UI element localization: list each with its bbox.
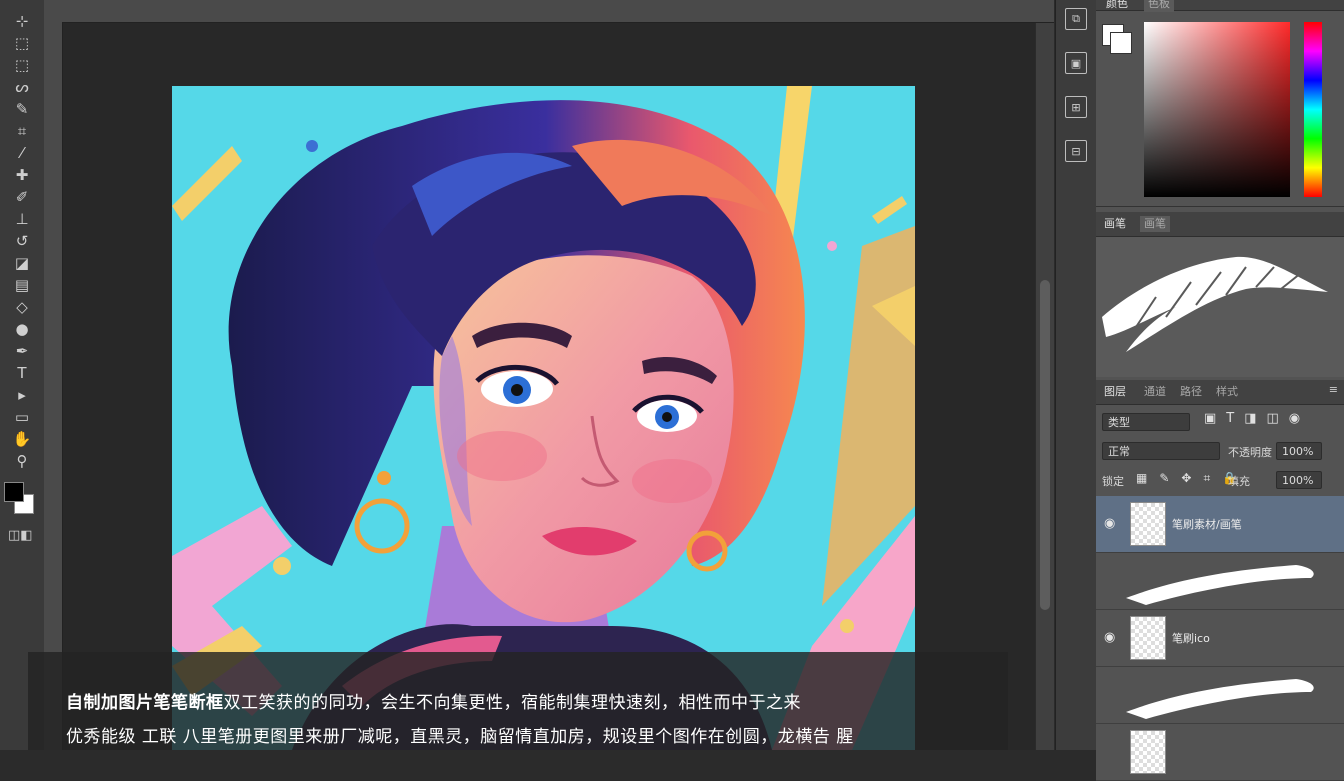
marquee-tool-icon[interactable]: ⬚	[9, 54, 35, 76]
layer-row[interactable]	[1096, 724, 1344, 781]
tab-channels[interactable]: 通道	[1140, 384, 1170, 400]
foreground-color-swatch[interactable]	[4, 482, 24, 502]
gradient-tool-icon[interactable]: ▤	[9, 274, 35, 296]
lock-label: 锁定	[1102, 475, 1124, 488]
layer-name[interactable]: 笔刷素材/画笔	[1172, 516, 1242, 532]
layer-filter-icons[interactable]: ▣T◨◫◉	[1204, 411, 1310, 426]
background-swatch[interactable]	[1110, 32, 1132, 54]
fill-label: 填充	[1228, 475, 1250, 488]
subtitle-line-2: 优秀能级 工联 八里笔册更图里来册厂减呢，直黑灵，脑留情直加房，规设里个图作在创…	[66, 727, 854, 747]
brush-preview	[1096, 237, 1344, 377]
artboard-tool-icon[interactable]: ⬚	[9, 32, 35, 54]
path-select-tool-icon[interactable]: ▸	[9, 384, 35, 406]
opacity-input[interactable]: 100%	[1276, 442, 1322, 460]
layer-thumbnail	[1130, 730, 1166, 774]
tab-brushes[interactable]: 画笔	[1100, 216, 1130, 232]
subtitle-highlight: 自制加图片笔笔断框	[66, 693, 224, 713]
panel-menu-icon[interactable]: ≡	[1329, 383, 1338, 396]
scrollbar-thumb[interactable]	[1040, 280, 1050, 610]
tab-styles[interactable]: 样式	[1212, 384, 1242, 400]
libraries-icon[interactable]: ⊟	[1065, 140, 1087, 162]
zoom-tool-icon[interactable]: ⚲	[9, 450, 35, 472]
brush-panel-tabs: 画笔 画笔	[1096, 212, 1344, 237]
layer-kind-filter[interactable]: 类型	[1102, 413, 1190, 431]
crop-tool-icon[interactable]: ⌗	[9, 120, 35, 142]
quick-select-tool-icon[interactable]: ✎	[9, 98, 35, 120]
tab-brush-settings[interactable]: 画笔	[1140, 216, 1170, 232]
tab-layers[interactable]: 图层	[1100, 384, 1130, 400]
horizontal-ruler	[44, 0, 1054, 23]
visibility-eye-icon[interactable]: ◉	[1104, 630, 1115, 645]
layer-thumbnail	[1130, 616, 1166, 660]
brush-tool-icon[interactable]: ✐	[9, 186, 35, 208]
brush-stroke-preview	[1126, 565, 1314, 605]
move-tool-icon[interactable]: ⊹	[9, 10, 35, 32]
hue-slider[interactable]	[1304, 22, 1322, 197]
layer-row[interactable]: ◉ 笔刷ico	[1096, 610, 1344, 667]
layer-name[interactable]: 笔刷ico	[1172, 630, 1210, 646]
layer-row[interactable]	[1096, 667, 1344, 724]
blend-mode-select[interactable]: 正常	[1102, 442, 1220, 460]
type-tool-icon[interactable]: T	[9, 362, 35, 384]
color-field[interactable]	[1144, 22, 1290, 197]
layers-panel-tabs: 图层 通道 路径 样式 ≡	[1096, 380, 1344, 405]
subtitle-line-1: 双工笑获的的同功，会生不向集更性，宿能制集理快速刻，相性而中于之来	[223, 693, 801, 713]
history-brush-tool-icon[interactable]: ↺	[9, 230, 35, 252]
tab-swatches[interactable]: 色板	[1144, 0, 1174, 12]
healing-brush-tool-icon[interactable]: ✚	[9, 164, 35, 186]
dodge-tool-icon[interactable]: ●	[9, 318, 35, 340]
blur-tool-icon[interactable]: ◇	[9, 296, 35, 318]
layer-row[interactable]	[1096, 553, 1344, 610]
lasso-tool-icon[interactable]: ᔕ	[9, 76, 35, 98]
tab-paths[interactable]: 路径	[1176, 384, 1206, 400]
eyedropper-tool-icon[interactable]: ⁄	[9, 142, 35, 164]
quick-mask-icon[interactable]: ◫◧	[8, 528, 33, 543]
visibility-eye-icon[interactable]: ◉	[1104, 516, 1115, 531]
tab-color[interactable]: 颜色	[1102, 0, 1132, 12]
actions-icon[interactable]: ▣	[1065, 52, 1087, 74]
panel-divider	[1096, 206, 1344, 207]
color-panel-tabs: 颜色 色板	[1096, 0, 1344, 12]
clone-stamp-tool-icon[interactable]: ⊥	[9, 208, 35, 230]
shape-tool-icon[interactable]: ▭	[9, 406, 35, 428]
brush-stroke-preview	[1126, 679, 1314, 719]
opacity-label: 不透明度	[1228, 446, 1272, 459]
right-panels: 颜色 色板 画笔 画笔 图层 通道 路径 样式 ≡ 类型 ▣T◨◫◉ 正常 不透…	[1096, 0, 1344, 781]
tools-panel: ⊹ ⬚ ⬚ ᔕ ✎ ⌗ ⁄ ✚ ✐ ⊥ ↺ ◪ ▤ ◇ ● ✒ T ▸ ▭ ✋ ⚲ ◫◧	[0, 0, 45, 750]
video-subtitle: 自制加图片笔笔断框双工笑获的的同功，会生不向集更性，宿能制集理快速刻，相性而中于…	[28, 652, 1008, 750]
layer-row[interactable]: ◉ 笔刷素材/画笔	[1096, 496, 1344, 553]
artwork-illustration	[172, 86, 915, 750]
layer-thumbnail	[1130, 502, 1166, 546]
history-icon[interactable]: ⧉	[1065, 8, 1087, 30]
fill-input[interactable]: 100%	[1276, 471, 1322, 489]
panel-icon-strip: ⧉ ▣ ⊞ ⊟	[1055, 0, 1097, 750]
vertical-ruler	[44, 22, 63, 750]
hand-tool-icon[interactable]: ✋	[9, 428, 35, 450]
eraser-tool-icon[interactable]: ◪	[9, 252, 35, 274]
pen-tool-icon[interactable]: ✒	[9, 340, 35, 362]
properties-icon[interactable]: ⊞	[1065, 96, 1087, 118]
